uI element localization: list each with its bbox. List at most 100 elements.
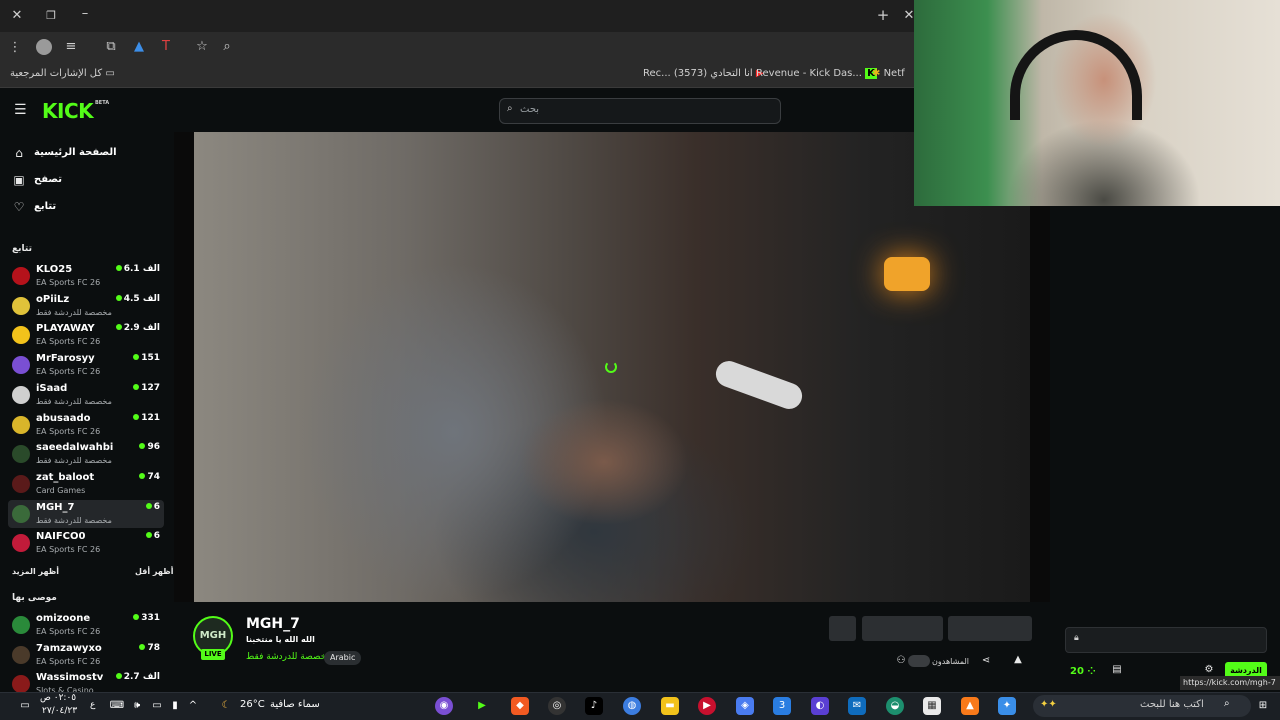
language-tag[interactable]: Arabic (324, 651, 362, 665)
profile-avatar-icon[interactable] (36, 39, 52, 55)
game-controller-icon[interactable]: ◐ (811, 697, 829, 715)
drive-extension-icon[interactable]: ▲ (130, 39, 148, 55)
settings-icon[interactable]: ⚙ (1202, 664, 1216, 675)
show-hidden-icons-icon[interactable]: ^ (184, 697, 202, 715)
file-explorer-icon[interactable]: ▬ (661, 697, 679, 715)
viewer-count-value: 74 (147, 471, 160, 482)
channel-avatar-icon (12, 675, 30, 694)
chat-input[interactable] (1065, 627, 1267, 653)
bookmark-star-icon[interactable]: ☆ (193, 39, 211, 55)
channel-row[interactable]: omizoone EA Sports FC 26 331 (8, 611, 164, 639)
points-icon: ⁘ (1087, 666, 1096, 677)
channel-points[interactable]: 20 ⁘ (1070, 666, 1096, 677)
volume-icon[interactable]: 🕪︎ (128, 697, 146, 715)
notifications-icon[interactable]: ▭ (16, 697, 34, 715)
store-icon[interactable]: ▦ (923, 697, 941, 715)
menu-dots-icon[interactable]: ⋮ (6, 40, 24, 56)
status-url-tooltip: https://kick.com/mgh-7 (1180, 676, 1280, 690)
viewer-count-value: 2.7 الف (123, 672, 160, 683)
weather-temp[interactable]: 26°C (240, 699, 265, 710)
minimize-window-icon[interactable]: – (76, 6, 94, 22)
nav-home[interactable]: ⌂ الصفحة الرئيسية (12, 145, 162, 163)
weather-icon[interactable]: ☾ (217, 697, 235, 715)
tiktok-icon[interactable]: ♪ (585, 697, 603, 715)
following-section-title: تتابع (12, 244, 32, 254)
bookmark-netflix[interactable]: ✱ Netf (872, 68, 905, 79)
channel-name: NAIFCO0 (36, 531, 86, 543)
live-dot-icon (139, 472, 146, 479)
channel-avatar-icon (12, 445, 30, 464)
channel-row[interactable]: NAIFCO0 EA Sports FC 26 6 (8, 529, 164, 557)
channel-name[interactable]: MGH_7 (246, 616, 300, 632)
microphone-icon[interactable]: ▮ (166, 697, 184, 715)
channel-row[interactable]: saeedalwahbi مخصصة للدردشة فقط 96 (8, 440, 164, 468)
channel-row[interactable]: 7amzawyxo EA Sports FC 26 78 (8, 641, 164, 669)
viewers-icon: ⚇ (896, 655, 906, 666)
channel-category: مخصصة للدردشة فقط (36, 515, 112, 525)
extensions-icon[interactable]: ⧉ (102, 39, 120, 55)
placeholder-button[interactable] (862, 616, 943, 641)
network-icon[interactable]: ▭ (148, 697, 166, 715)
all-bookmarks-link[interactable]: كل الإشارات المرجعية ▭ (10, 68, 115, 79)
viewer-count-value: 121 (141, 412, 160, 423)
placeholder-button[interactable] (948, 616, 1032, 641)
share-icon[interactable]: ⋖ (979, 655, 993, 666)
search-input[interactable] (499, 98, 781, 124)
viewer-count-value: 78 (147, 642, 160, 653)
channel-name: omizoone (36, 613, 91, 624)
gift-icon[interactable]: ▤ (1110, 664, 1124, 675)
weather-desc[interactable]: سماء صافية (270, 699, 320, 710)
windows-start-icon[interactable]: ⊞ (1254, 697, 1272, 715)
bookmark-kick-revenue[interactable]: Revenue - Kick Das... K (756, 68, 877, 79)
vlc-icon[interactable]: ▲ (961, 697, 979, 715)
channel-row[interactable]: oPiiLz مخصصة للدردشة فقط 4.5 الف (8, 292, 164, 320)
chrome-icon[interactable]: ◍ (623, 697, 641, 715)
channel-row[interactable]: abusaado EA Sports FC 26 121 (8, 411, 164, 439)
stream-category[interactable]: مخصصة للدردشة فقط (246, 652, 331, 662)
new-tab-icon[interactable]: + (874, 7, 892, 23)
webcam-headset (1010, 30, 1142, 120)
edge-icon[interactable]: ◒ (886, 697, 904, 715)
viewer-count-value: 4.5 الف (123, 293, 160, 304)
search-icon[interactable]: ⌕ (218, 39, 236, 55)
nav-following[interactable]: ♡ تتابع (12, 199, 162, 217)
translate-extension-icon[interactable]: T (157, 39, 175, 55)
viewers-toggle[interactable] (908, 655, 930, 667)
bookmark-youtube[interactable]: Rec... (3573) انا التحادي ▶ (643, 68, 764, 79)
viewer-count: 2.7 الف (115, 672, 160, 683)
bookmark-label: Netf (883, 68, 905, 79)
obs-icon[interactable]: ◎ (548, 697, 566, 715)
channel-row[interactable]: MrFarosyy EA Sports FC 26 151 (8, 351, 164, 379)
input-language[interactable]: ع (90, 700, 95, 710)
channel-name: abusaado (36, 412, 91, 424)
restore-window-icon[interactable]: ❐ (42, 8, 60, 24)
viewer-count: 2.9 الف (115, 323, 160, 333)
report-icon[interactable]: ▲ (1011, 654, 1025, 665)
reading-list-icon[interactable]: ≡ (62, 39, 80, 55)
close-window-icon[interactable]: ✕ (8, 8, 26, 24)
outlook-icon[interactable]: ✉ (848, 697, 866, 715)
youtube-icon[interactable]: ▶ (698, 697, 716, 715)
nav-browse[interactable]: ▣ تصفح (12, 172, 162, 190)
hamburger-menu-icon[interactable]: ☰ (14, 102, 27, 118)
clock-date[interactable]: ٢٧/٠٤/٢٣ (42, 706, 77, 716)
channel-row[interactable]: PLAYAWAY EA Sports FC 26 2.9 الف (8, 321, 164, 349)
show-less-link[interactable]: أظهر أقل (135, 567, 173, 576)
channel-name: KLO25 (36, 264, 73, 275)
copilot-icon[interactable]: ✦ (998, 697, 1016, 715)
channel-row[interactable]: MGH_7 مخصصة للدردشة فقط 6 (8, 499, 164, 528)
messenger-icon[interactable]: ◉ (435, 697, 453, 715)
app-three-icon[interactable]: 3 (773, 697, 791, 715)
kick-logo[interactable]: KICK (42, 99, 94, 123)
keyboard-icon[interactable]: ⌨ (108, 697, 126, 715)
chat-panel (1050, 206, 1280, 692)
channel-row[interactable]: KLO25 EA Sports FC 26 6.1 الف (8, 262, 164, 290)
show-more-link[interactable]: أظهر المزيد (12, 567, 59, 576)
channel-row[interactable]: zat_baloot Card Games 74 (8, 470, 164, 498)
media-player-icon[interactable]: ▶ (473, 697, 491, 715)
brave-icon[interactable]: ◆ (511, 697, 529, 715)
clock-time[interactable]: ٠٢:٠٥ ص (40, 693, 76, 703)
channel-row[interactable]: iSaad مخصصة للدردشة فقط 127 (8, 381, 164, 409)
m365-icon[interactable]: ◈ (736, 697, 754, 715)
placeholder-button[interactable] (829, 616, 856, 641)
